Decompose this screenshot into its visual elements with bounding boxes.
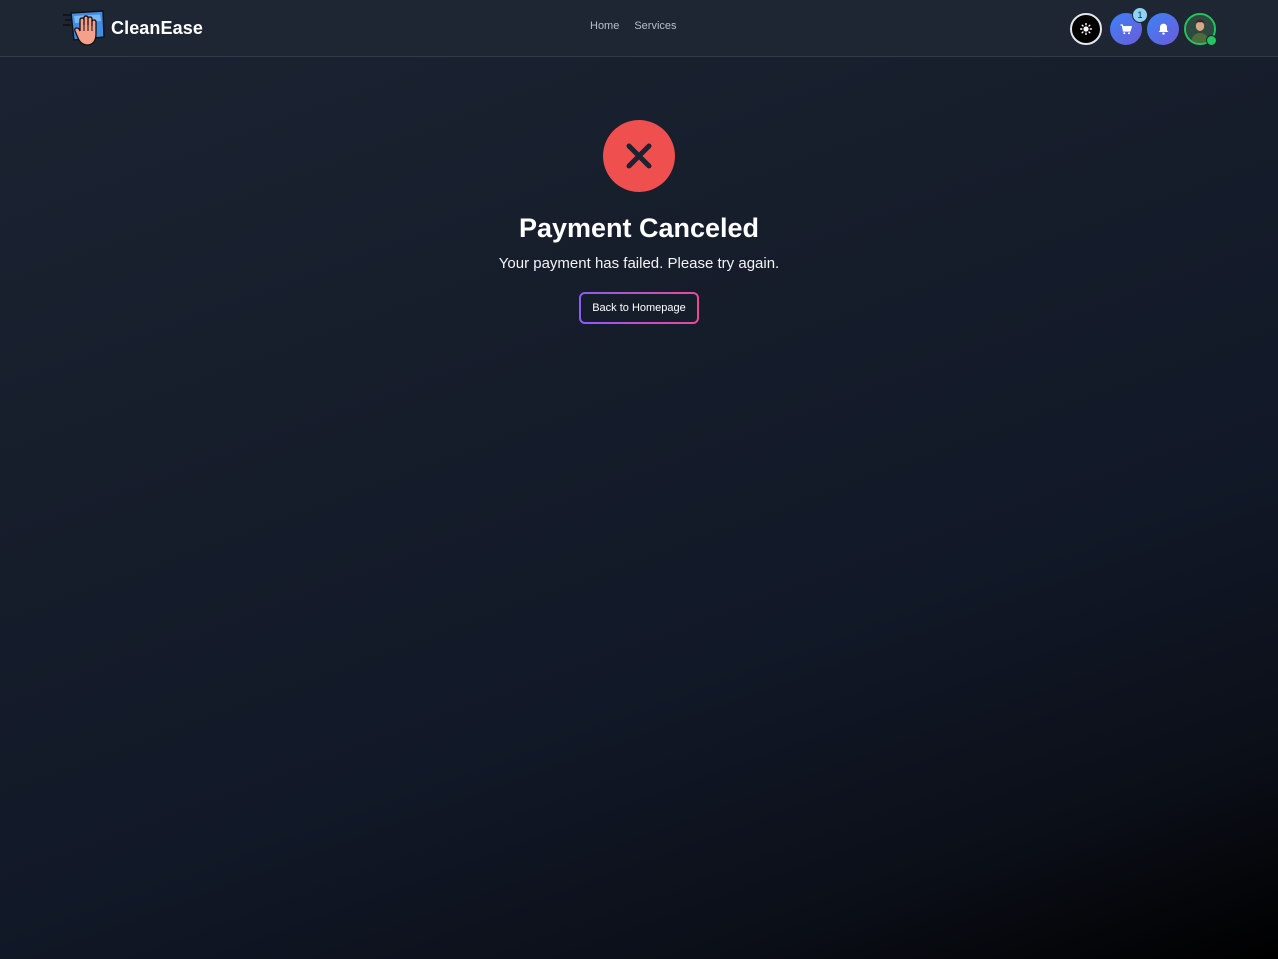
error-status-circle [603,120,675,192]
page-title: Payment Canceled [518,213,760,243]
bell-icon [1158,23,1168,35]
back-to-homepage-button-border: Back to Homepage [579,292,699,324]
status-message: Your payment has failed. Please try agai… [498,255,780,272]
x-icon [626,143,652,169]
cart-icon [1120,23,1132,34]
cleaning-hand-icon [62,10,106,46]
notifications-button[interactable] [1147,13,1179,45]
main-nav: Home Services [590,20,677,32]
sun-icon [1080,23,1092,35]
online-status-dot [1206,35,1217,46]
brand-link[interactable]: CleanEase [62,10,203,46]
cart-count-badge: 1 [1132,7,1148,23]
nav-link-home[interactable]: Home [590,20,619,32]
nav-link-services[interactable]: Services [634,20,676,32]
navbar: CleanEase Home Services 1 [0,0,1278,57]
payment-status-panel: Payment Canceled Your payment has failed… [0,120,1278,324]
user-avatar[interactable] [1184,13,1217,46]
theme-toggle-button[interactable] [1070,13,1102,45]
brand-name: CleanEase [111,17,203,38]
back-to-homepage-button[interactable]: Back to Homepage [581,294,697,322]
